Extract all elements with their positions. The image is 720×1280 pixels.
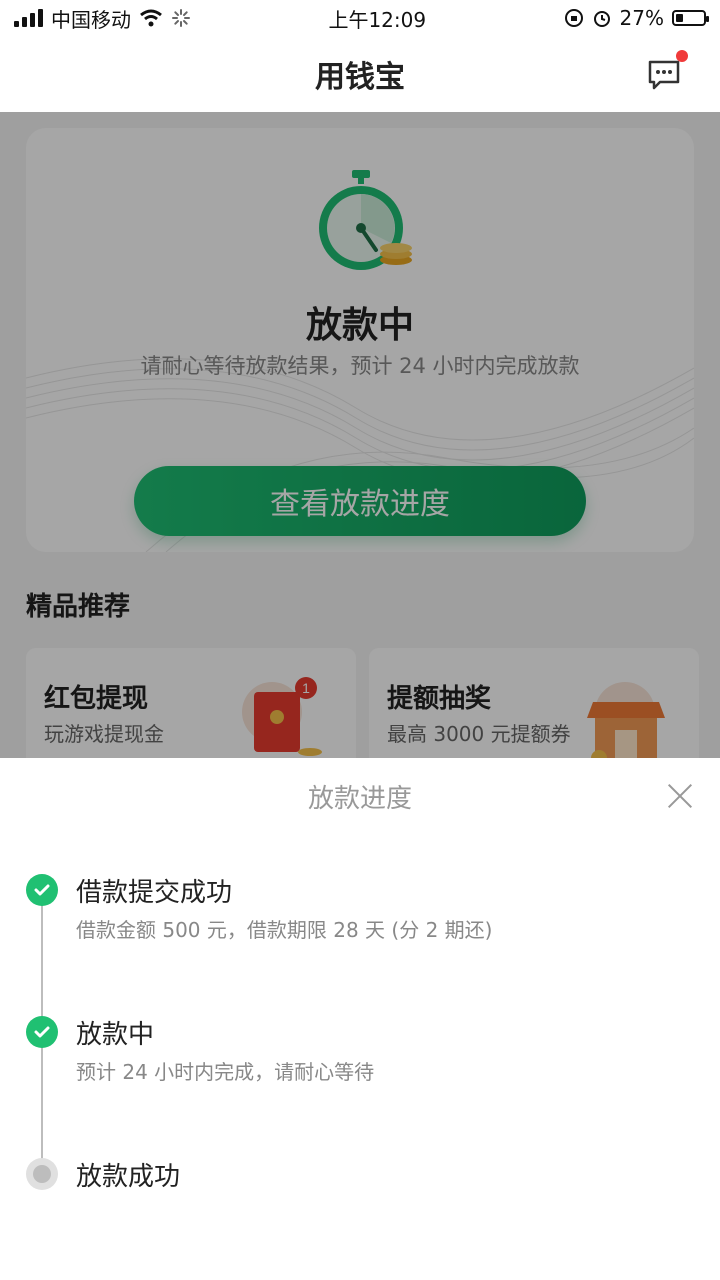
step-subtitle: 借款金额 500 元，借款期限 28 天 (分 2 期还) [76, 918, 493, 942]
wifi-icon [140, 9, 162, 27]
signal-icon [14, 9, 43, 27]
unread-dot [676, 50, 688, 62]
message-button[interactable] [646, 50, 688, 92]
battery-percent: 27% [619, 6, 664, 30]
progress-sheet: 放款进度 借款提交成功 借款金额 500 元，借款期限 28 天 (分 2 期还… [0, 758, 720, 1280]
modal-backdrop[interactable] [0, 112, 720, 758]
orientation-lock-icon [564, 9, 583, 27]
battery-icon [672, 10, 709, 26]
check-icon [26, 874, 58, 906]
alarm-icon [593, 11, 610, 27]
status-right: 27% [564, 6, 709, 30]
step-title: 放款中 [76, 1020, 155, 1050]
step-subtitle: 预计 24 小时内完成，请耐心等待 [76, 1060, 375, 1084]
status-time: 上午12:09 [328, 7, 427, 32]
page-title: 用钱宝 [315, 60, 405, 95]
check-icon [26, 1016, 58, 1048]
nav-bar: 用钱宝 [0, 36, 720, 112]
pending-dot-icon [26, 1158, 58, 1190]
carrier-label: 中国移动 [51, 7, 131, 32]
status-left: 中国移动 [14, 4, 191, 33]
close-icon[interactable] [666, 782, 694, 810]
sheet-title: 放款进度 [307, 784, 412, 814]
step-title: 放款成功 [76, 1162, 181, 1192]
loading-icon [172, 9, 190, 27]
battery-level [676, 14, 683, 22]
status-bar: 中国移动 上午12:09 27% [0, 0, 720, 36]
message-icon [648, 60, 680, 90]
step-title: 借款提交成功 [76, 878, 233, 908]
